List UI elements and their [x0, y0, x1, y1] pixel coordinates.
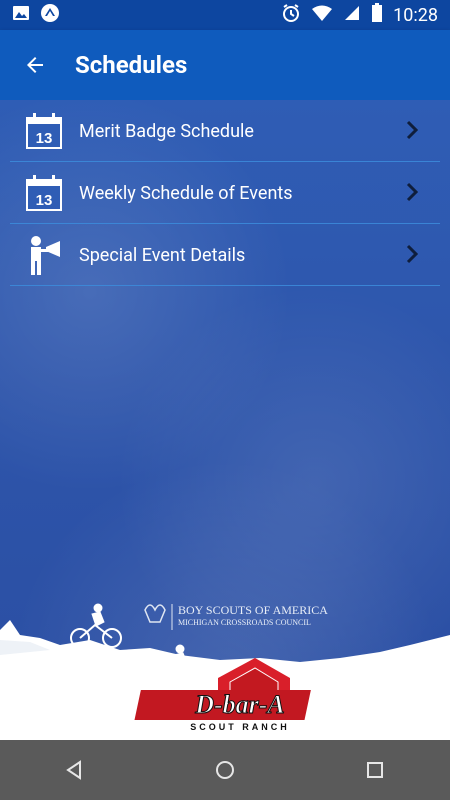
menu-item-merit-badge-schedule[interactable]: 13 Merit Badge Schedule	[0, 100, 450, 162]
chevron-right-icon	[406, 120, 418, 140]
image-icon	[12, 4, 30, 27]
wifi-icon	[311, 4, 333, 27]
status-right: 10:28	[281, 2, 438, 28]
arrow-left-icon	[27, 57, 43, 73]
app-bar: Schedules	[0, 30, 450, 100]
bsa-line1: BOY SCOUTS OF AMERICA	[178, 603, 328, 617]
ranch-name: D-bar-A	[194, 690, 285, 719]
biker-figure	[70, 603, 122, 648]
calendar-13-icon: 13	[24, 173, 64, 213]
chevron-right-icon	[406, 244, 418, 264]
app-notification-icon	[40, 3, 60, 28]
calendar-13-icon: 13	[24, 111, 64, 151]
signal-icon	[343, 4, 361, 27]
status-left	[12, 3, 60, 28]
bsa-emblem	[144, 604, 173, 630]
menu-item-weekly-schedule[interactable]: 13 Weekly Schedule of Events	[0, 162, 450, 224]
status-time: 10:28	[393, 4, 438, 26]
status-bar: 10:28	[0, 0, 450, 30]
svg-text:13: 13	[36, 192, 53, 209]
nav-recents-button[interactable]	[345, 740, 405, 800]
menu-item-special-event-details[interactable]: Special Event Details	[0, 224, 450, 286]
page-title: Schedules	[75, 51, 188, 79]
back-button[interactable]	[0, 30, 70, 100]
ranch-sub: SCOUT RANCH	[190, 722, 290, 732]
bsa-line2: MICHIGAN CROSSROADS COUNCIL	[178, 618, 311, 627]
battery-icon	[371, 2, 383, 28]
chevron-right-icon	[406, 182, 418, 202]
back-triangle-icon	[66, 760, 81, 780]
nav-back-button[interactable]	[45, 740, 105, 800]
menu-item-label: Weekly Schedule of Events	[79, 182, 293, 204]
alarm-icon	[281, 3, 301, 28]
recents-square-icon	[367, 762, 383, 778]
menu-item-label: Special Event Details	[79, 244, 246, 266]
svg-text:13: 13	[36, 130, 53, 147]
megaphone-person-icon	[24, 235, 64, 275]
ranch-logo-artwork: BOY SCOUTS OF AMERICA MICHIGAN CROSSROAD…	[0, 603, 450, 740]
menu-item-label: Merit Badge Schedule	[79, 120, 254, 142]
home-circle-icon	[216, 761, 234, 779]
content-area: 13 Merit Badge Schedule 13 Weekly Schedu…	[0, 100, 450, 740]
system-nav-bar	[0, 740, 450, 800]
nav-home-button[interactable]	[195, 740, 255, 800]
